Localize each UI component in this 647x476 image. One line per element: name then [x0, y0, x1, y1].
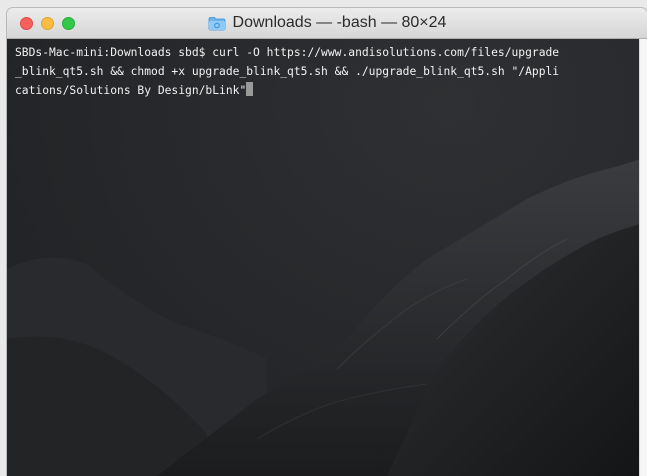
window-title: Downloads — -bash — 80×24	[7, 8, 647, 38]
terminal-output[interactable]: SBDs-Mac-mini:Downloads sbd$ curl -O htt…	[7, 39, 640, 476]
window-title-text: Downloads — -bash — 80×24	[232, 14, 447, 31]
text-cursor	[246, 82, 254, 96]
title-bar[interactable]: Downloads — -bash — 80×24	[7, 8, 647, 39]
terminal-line: cations/Solutions By Design/bLink"	[15, 84, 247, 97]
wallpaper-mountains	[7, 159, 640, 476]
terminal-line: SBDs-Mac-mini:Downloads sbd$ curl -O htt…	[15, 46, 560, 59]
folder-icon	[208, 16, 226, 31]
terminal-text[interactable]: SBDs-Mac-mini:Downloads sbd$ curl -O htt…	[15, 43, 635, 100]
terminal-line: _blink_qt5.sh && chmod +x upgrade_blink_…	[15, 65, 560, 78]
terminal-window: Downloads — -bash — 80×24 SBDs-Mac-mini:…	[7, 8, 647, 476]
vertical-scrollbar[interactable]	[639, 39, 647, 476]
